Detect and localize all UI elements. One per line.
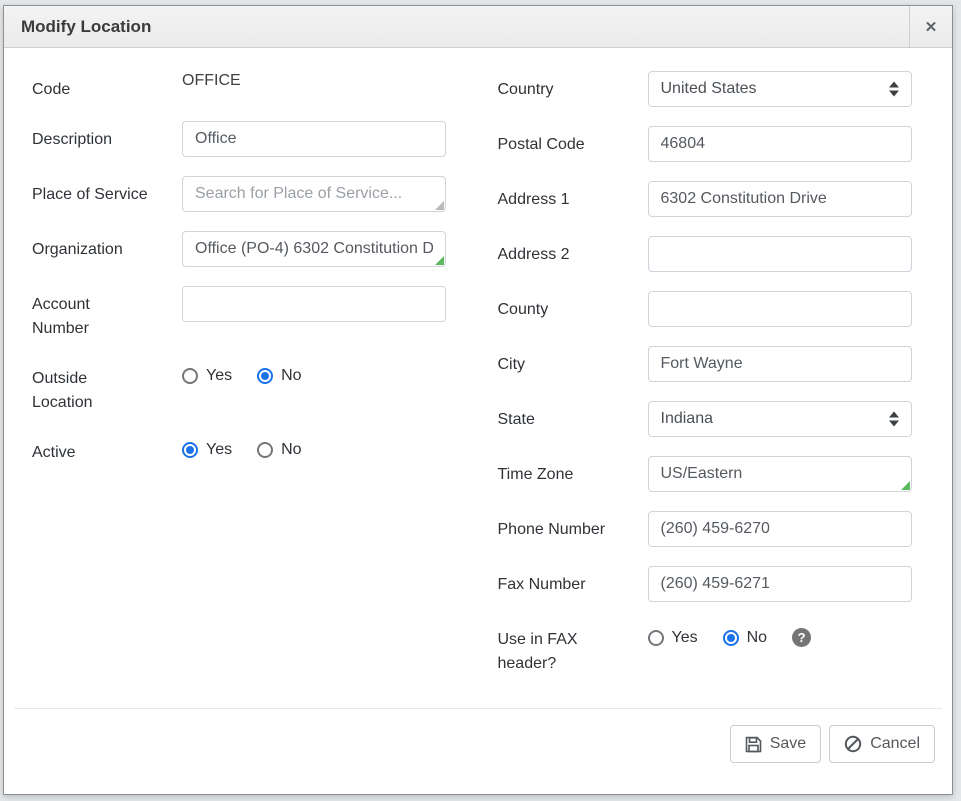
active-radio-group: Yes No bbox=[182, 434, 446, 459]
state-field-row: State Indiana bbox=[498, 401, 925, 437]
phone-number-label: Phone Number bbox=[498, 511, 614, 542]
outside-location-radio-yes[interactable]: Yes bbox=[182, 367, 232, 385]
address2-label: Address 2 bbox=[498, 236, 614, 267]
fax-header-label: Use in FAX header? bbox=[498, 621, 614, 676]
dialog-title: Modify Location bbox=[4, 6, 909, 47]
select-arrows-icon bbox=[889, 412, 899, 427]
timezone-label: Time Zone bbox=[498, 456, 614, 487]
organization-label: Organization bbox=[32, 231, 148, 262]
save-icon bbox=[745, 736, 762, 753]
outside-location-label: Outside Location bbox=[32, 360, 148, 415]
address1-field-row: Address 1 bbox=[498, 181, 925, 217]
radio-icon bbox=[182, 368, 198, 384]
organization-combobox[interactable] bbox=[182, 231, 446, 267]
save-button[interactable]: Save bbox=[730, 725, 821, 763]
address2-input[interactable] bbox=[648, 236, 912, 272]
address1-input[interactable] bbox=[648, 181, 912, 217]
fax-number-input[interactable] bbox=[648, 566, 912, 602]
outside-location-radio-group: Yes No bbox=[182, 360, 446, 385]
fax-header-radio-no[interactable]: No bbox=[723, 629, 767, 647]
place-of-service-field-row: Place of Service bbox=[32, 176, 459, 212]
city-field-row: City bbox=[498, 346, 925, 382]
description-label: Description bbox=[32, 121, 148, 152]
timezone-field-row: Time Zone bbox=[498, 456, 925, 492]
description-input[interactable] bbox=[182, 121, 446, 157]
postal-code-field-row: Postal Code bbox=[498, 126, 925, 162]
country-label: Country bbox=[498, 71, 614, 102]
country-select[interactable]: United States bbox=[648, 71, 912, 107]
active-radio-yes[interactable]: Yes bbox=[182, 441, 232, 459]
organization-field-row: Organization bbox=[32, 231, 459, 267]
right-column: Country United States Postal Code Addres… bbox=[498, 71, 925, 708]
modify-location-dialog: Modify Location ✕ Code OFFICE Descriptio… bbox=[3, 5, 953, 795]
city-label: City bbox=[498, 346, 614, 377]
description-field-row: Description bbox=[32, 121, 459, 157]
close-button[interactable]: ✕ bbox=[909, 6, 952, 47]
fax-header-radio-group: Yes No ? bbox=[648, 621, 912, 647]
close-icon: ✕ bbox=[925, 18, 938, 36]
radio-icon bbox=[723, 630, 739, 646]
city-input[interactable] bbox=[648, 346, 912, 382]
fax-header-radio-yes[interactable]: Yes bbox=[648, 629, 698, 647]
state-label: State bbox=[498, 401, 614, 432]
account-number-label: Account Number bbox=[32, 286, 148, 341]
select-arrows-icon bbox=[889, 82, 899, 97]
active-radio-no[interactable]: No bbox=[257, 441, 301, 459]
fax-number-field-row: Fax Number bbox=[498, 566, 925, 602]
fax-header-field-row: Use in FAX header? Yes No ? bbox=[498, 621, 925, 676]
timezone-combobox[interactable] bbox=[648, 456, 912, 492]
radio-icon bbox=[648, 630, 664, 646]
address1-label: Address 1 bbox=[498, 181, 614, 212]
code-value: OFFICE bbox=[182, 71, 446, 90]
dialog-body: Code OFFICE Description Place of Service… bbox=[4, 48, 952, 708]
radio-icon bbox=[257, 368, 273, 384]
place-of-service-input[interactable] bbox=[182, 176, 446, 212]
county-label: County bbox=[498, 291, 614, 322]
cancel-icon bbox=[844, 735, 862, 753]
phone-number-input[interactable] bbox=[648, 511, 912, 547]
postal-code-label: Postal Code bbox=[498, 126, 614, 157]
account-number-input[interactable] bbox=[182, 286, 446, 322]
cancel-button[interactable]: Cancel bbox=[829, 725, 935, 763]
help-icon[interactable]: ? bbox=[792, 628, 811, 647]
outside-location-radio-no[interactable]: No bbox=[257, 367, 301, 385]
fax-number-label: Fax Number bbox=[498, 566, 614, 597]
account-number-field-row: Account Number bbox=[32, 286, 459, 341]
postal-code-input[interactable] bbox=[648, 126, 912, 162]
code-field-row: Code OFFICE bbox=[32, 71, 459, 102]
outside-location-field-row: Outside Location Yes No bbox=[32, 360, 459, 415]
radio-icon bbox=[182, 442, 198, 458]
phone-number-field-row: Phone Number bbox=[498, 511, 925, 547]
active-label: Active bbox=[32, 434, 148, 465]
code-label: Code bbox=[32, 71, 148, 102]
country-field-row: Country United States bbox=[498, 71, 925, 107]
active-field-row: Active Yes No bbox=[32, 434, 459, 465]
place-of-service-label: Place of Service bbox=[32, 176, 148, 207]
radio-icon bbox=[257, 442, 273, 458]
dialog-header: Modify Location ✕ bbox=[4, 6, 952, 48]
left-column: Code OFFICE Description Place of Service… bbox=[32, 71, 459, 708]
address2-field-row: Address 2 bbox=[498, 236, 925, 272]
dialog-footer: Save Cancel bbox=[4, 708, 952, 794]
county-field-row: County bbox=[498, 291, 925, 327]
state-select[interactable]: Indiana bbox=[648, 401, 912, 437]
county-input[interactable] bbox=[648, 291, 912, 327]
